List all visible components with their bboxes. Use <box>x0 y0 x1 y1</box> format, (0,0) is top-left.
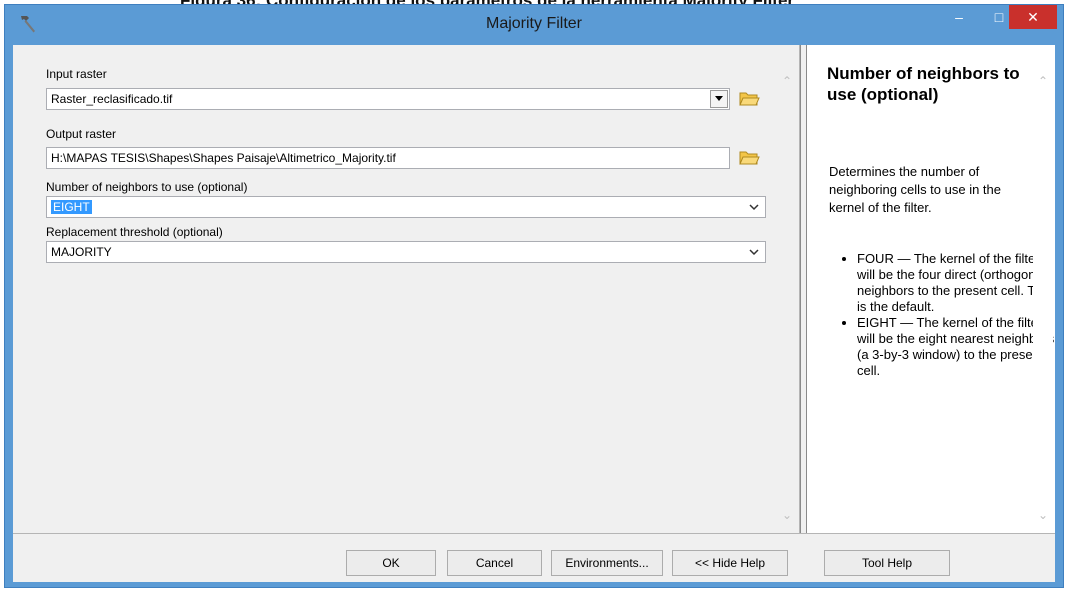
threshold-select[interactable]: MAJORITY <box>46 241 766 263</box>
parameters-scrollbar[interactable]: ⌃ ⌄ <box>777 45 797 533</box>
scroll-up-icon[interactable]: ⌃ <box>777 71 797 91</box>
button-bar: OK Cancel Environments... << Hide Help T… <box>13 533 1055 582</box>
scroll-up-icon[interactable]: ⌃ <box>1033 71 1053 91</box>
cancel-button[interactable]: Cancel <box>447 550 542 576</box>
output-raster-input[interactable]: H:\MAPAS TESIS\Shapes\Shapes Paisaje\Alt… <box>46 147 730 169</box>
output-raster-value: H:\MAPAS TESIS\Shapes\Shapes Paisaje\Alt… <box>51 151 396 165</box>
window-title: Majority Filter <box>485 15 582 32</box>
scroll-down-icon[interactable]: ⌄ <box>1033 505 1053 525</box>
threshold-label: Replacement threshold (optional) <box>46 225 223 239</box>
ok-button[interactable]: OK <box>346 550 436 576</box>
input-raster-value: Raster_reclasificado.tif <box>51 92 173 106</box>
neighbors-value: EIGHT <box>51 200 92 214</box>
help-description: Determines the number of neighboring cel… <box>829 164 1002 215</box>
parameters-pane: Input raster Raster_reclasificado.tif Ou… <box>13 45 800 533</box>
hide-help-button[interactable]: << Hide Help <box>672 550 788 576</box>
chevron-down-icon <box>749 204 759 211</box>
input-raster-dropdown-button[interactable] <box>710 90 728 108</box>
folder-open-icon[interactable] <box>737 145 761 169</box>
output-raster-label: Output raster <box>46 127 117 141</box>
neighbors-select[interactable]: EIGHT <box>46 196 766 218</box>
help-title: Number of neighbors to use (optional) <box>827 64 1020 104</box>
input-raster-label: Input raster <box>46 67 107 81</box>
threshold-value: MAJORITY <box>51 245 112 259</box>
tool-help-button[interactable]: Tool Help <box>824 550 950 576</box>
chevron-down-icon <box>749 249 759 256</box>
help-option-eight: EIGHT — The kernel of the filter will be… <box>857 315 1057 379</box>
folder-open-icon[interactable] <box>737 86 761 110</box>
input-raster-combo[interactable]: Raster_reclasificado.tif <box>46 88 730 110</box>
help-option-four: FOUR — The kernel of the filter will be … <box>857 251 1057 315</box>
majority-filter-window: Majority Filter – □ ✕ Input raster Raste… <box>4 4 1064 588</box>
title-bar[interactable]: Majority Filter – □ ✕ <box>5 5 1063 45</box>
parameters-form: Input raster Raster_reclasificado.tif Ou… <box>13 45 776 533</box>
close-button[interactable]: ✕ <box>1009 5 1057 29</box>
environments-button[interactable]: Environments... <box>551 550 663 576</box>
help-pane: Number of neighbors to use (optional) De… <box>807 45 1055 533</box>
neighbors-label: Number of neighbors to use (optional) <box>46 180 248 194</box>
help-scrollbar[interactable]: ⌃ ⌄ <box>1033 45 1053 533</box>
pane-splitter[interactable] <box>800 45 807 533</box>
scroll-down-icon[interactable]: ⌄ <box>777 505 797 525</box>
dialog-client-area: Input raster Raster_reclasificado.tif Ou… <box>13 45 1055 582</box>
chevron-down-icon <box>715 96 723 101</box>
minimize-button[interactable]: – <box>939 5 979 31</box>
help-options-list: FOUR — The kernel of the filter will be … <box>831 251 1057 379</box>
